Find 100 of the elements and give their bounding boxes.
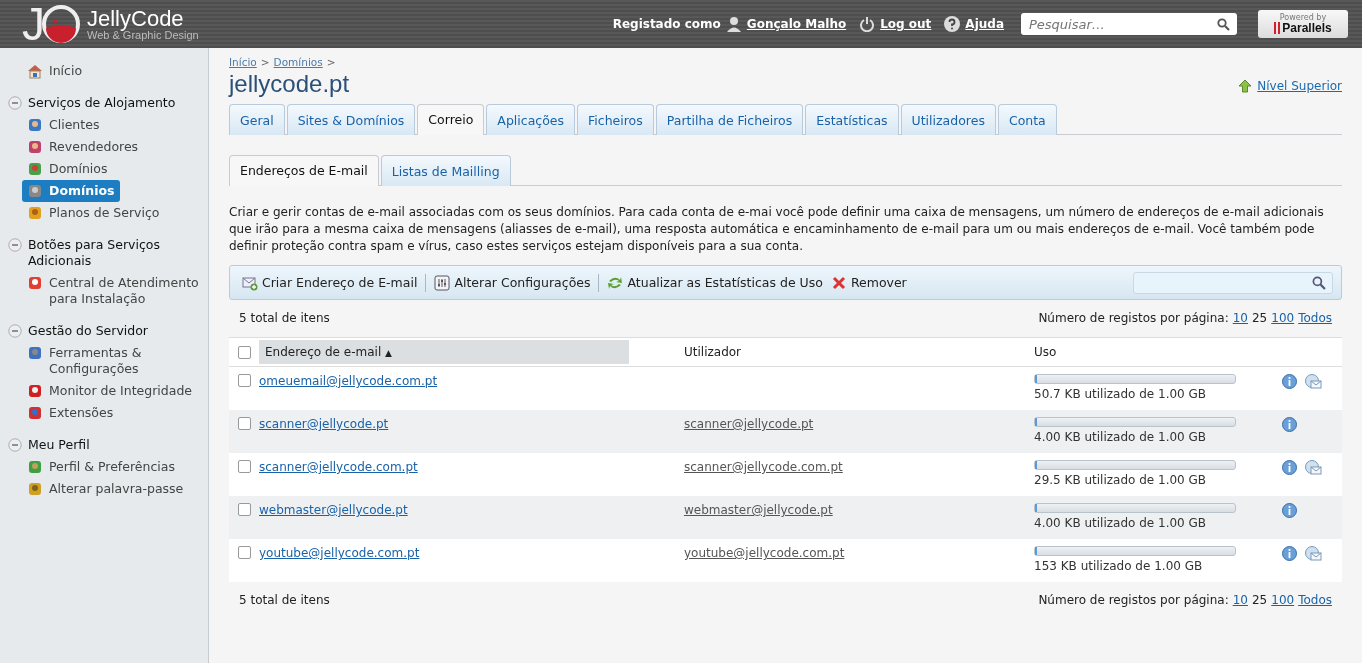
user-link[interactable]: scanner@jellycode.com.pt — [684, 460, 843, 474]
tab[interactable]: Partilha de Ficheiros — [655, 104, 804, 135]
collapse-icon[interactable] — [8, 238, 22, 252]
tab[interactable]: Endereços de E-mail — [229, 155, 379, 186]
user-icon — [725, 16, 742, 32]
up-arrow-icon — [1238, 79, 1253, 93]
email-link[interactable]: webmaster@jellycode.pt — [259, 503, 408, 517]
sidebar-item[interactable]: Perfil & Preferências — [22, 456, 180, 478]
item-icon — [27, 139, 43, 155]
powered-by-badge[interactable]: Powered by Parallels — [1258, 10, 1348, 38]
usage-text: 50.7 KB utilizado de 1.00 GB — [1034, 387, 1208, 401]
toolbar-button[interactable]: Criar Endereço de E-mail — [238, 272, 422, 293]
page-size-link[interactable]: 100 — [1271, 311, 1295, 325]
sidebar-item[interactable]: Planos de Serviço — [22, 202, 165, 224]
search-field[interactable]: Pesquisar… — [1021, 13, 1237, 35]
checkbox[interactable] — [237, 345, 251, 359]
sidebar-item[interactable]: Alterar palavra-passe — [22, 478, 189, 500]
collapse-icon[interactable] — [8, 324, 22, 338]
mail-icon[interactable] — [1305, 374, 1322, 389]
page-size-link[interactable]: 100 — [1271, 593, 1295, 607]
column-header[interactable]: Endereço de e-mail ▲ — [259, 340, 629, 364]
toolbar-button[interactable]: Atualizar as Estatísticas de Uso — [603, 272, 827, 293]
tab[interactable]: Ficheiros — [577, 104, 654, 135]
tab[interactable]: Correio — [417, 104, 485, 135]
sidebar-item[interactable]: Ferramentas & Configurações — [22, 342, 207, 380]
sidebar-item[interactable]: Extensões — [22, 402, 119, 424]
email-link[interactable]: omeuemail@jellycode.com.pt — [259, 374, 438, 388]
sidebar-group-title: Botões para Serviços Adicionais — [28, 237, 161, 269]
tab[interactable]: Conta — [997, 104, 1057, 135]
tab[interactable]: Utilizadores — [900, 104, 996, 135]
total-count: 5 total de itens — [239, 593, 330, 607]
item-icon — [27, 275, 43, 291]
info-icon[interactable] — [1282, 503, 1297, 518]
page-size-link[interactable]: Todos — [1298, 593, 1332, 607]
search-icon — [1312, 275, 1326, 290]
page-size-link[interactable]: Todos — [1298, 311, 1332, 325]
checkbox[interactable] — [237, 417, 251, 430]
breadcrumb-link[interactable]: Domínios — [273, 56, 323, 68]
sidebar-item[interactable]: Revendedores — [22, 136, 144, 158]
user-link[interactable]: webmaster@jellycode.pt — [684, 503, 833, 517]
tab[interactable]: Estatísticas — [805, 104, 899, 135]
mail-icon[interactable] — [1305, 460, 1322, 475]
tab[interactable]: Geral — [229, 104, 285, 135]
sidebar-item[interactable]: Central de Atendimento para Instalação — [22, 272, 207, 310]
logo-letter: J — [22, 4, 45, 44]
info-icon[interactable] — [1282, 417, 1297, 432]
logout-link[interactable]: Log out — [880, 17, 932, 31]
power-icon — [859, 16, 876, 32]
info-icon[interactable] — [1282, 460, 1297, 475]
sort-icon: ▲ — [385, 348, 392, 358]
breadcrumb-separator: > — [326, 56, 336, 68]
collapse-icon[interactable] — [8, 438, 22, 452]
total-count: 5 total de itens — [239, 311, 330, 325]
item-icon — [27, 161, 43, 177]
tab[interactable]: Sites & Domínios — [286, 104, 416, 135]
sidebar-item[interactable]: Domínios — [22, 180, 120, 202]
item-icon — [27, 345, 43, 361]
item-icon — [27, 183, 43, 199]
tab[interactable]: Listas de Mailling — [380, 155, 511, 186]
checkbox[interactable] — [237, 546, 251, 559]
page-size-link[interactable]: 10 — [1232, 311, 1248, 325]
info-icon[interactable] — [1282, 374, 1297, 389]
sidebar-group-title: Meu Perfil — [28, 437, 90, 453]
tab[interactable]: Aplicações — [486, 104, 575, 135]
toolbar-button[interactable]: Remover — [826, 272, 911, 293]
sliders-icon — [434, 274, 451, 291]
search-icon — [1217, 17, 1230, 31]
per-page-label: Número de registos por página: — [1038, 593, 1229, 607]
column-header[interactable]: Uso — [1034, 345, 1057, 359]
checkbox[interactable] — [237, 503, 251, 516]
up-level-link[interactable]: Nível Superior — [1257, 79, 1342, 93]
sidebar-item[interactable]: Domínios — [22, 158, 113, 180]
email-link[interactable]: scanner@jellycode.pt — [259, 417, 389, 431]
sidebar-item[interactable]: Início — [22, 60, 88, 82]
info-icon[interactable] — [1282, 546, 1297, 561]
email-link[interactable]: youtube@jellycode.com.pt — [259, 546, 420, 560]
help-icon — [944, 16, 961, 32]
collapse-icon[interactable] — [8, 96, 22, 110]
item-icon — [27, 383, 43, 399]
mail-add-icon — [242, 274, 258, 291]
search-field[interactable] — [1133, 271, 1333, 294]
page-size-current: 25 — [1251, 311, 1268, 325]
user-link[interactable]: scanner@jellycode.pt — [684, 417, 814, 431]
user-link[interactable]: youtube@jellycode.com.pt — [684, 546, 845, 560]
checkbox[interactable] — [237, 460, 251, 473]
mail-icon[interactable] — [1305, 546, 1322, 561]
page-size-current: 25 — [1251, 593, 1268, 607]
column-header[interactable]: Utilizador — [684, 345, 742, 359]
sidebar-group-title: Gestão do Servidor — [28, 323, 148, 339]
checkbox[interactable] — [237, 374, 251, 387]
help-link[interactable]: Ajuda — [965, 17, 1004, 31]
logo-ring-icon — [41, 4, 81, 44]
user-link[interactable]: Gonçalo Malho — [746, 17, 847, 31]
breadcrumb-link[interactable]: Início — [229, 56, 257, 68]
toolbar-button[interactable]: Alterar Configurações — [430, 272, 595, 293]
sidebar-item[interactable]: Clientes — [22, 114, 105, 136]
brand-name: Parallels — [1282, 22, 1332, 34]
sidebar-item[interactable]: Monitor de Integridade — [22, 380, 198, 402]
page-size-link[interactable]: 10 — [1232, 593, 1248, 607]
email-link[interactable]: scanner@jellycode.com.pt — [259, 460, 418, 474]
